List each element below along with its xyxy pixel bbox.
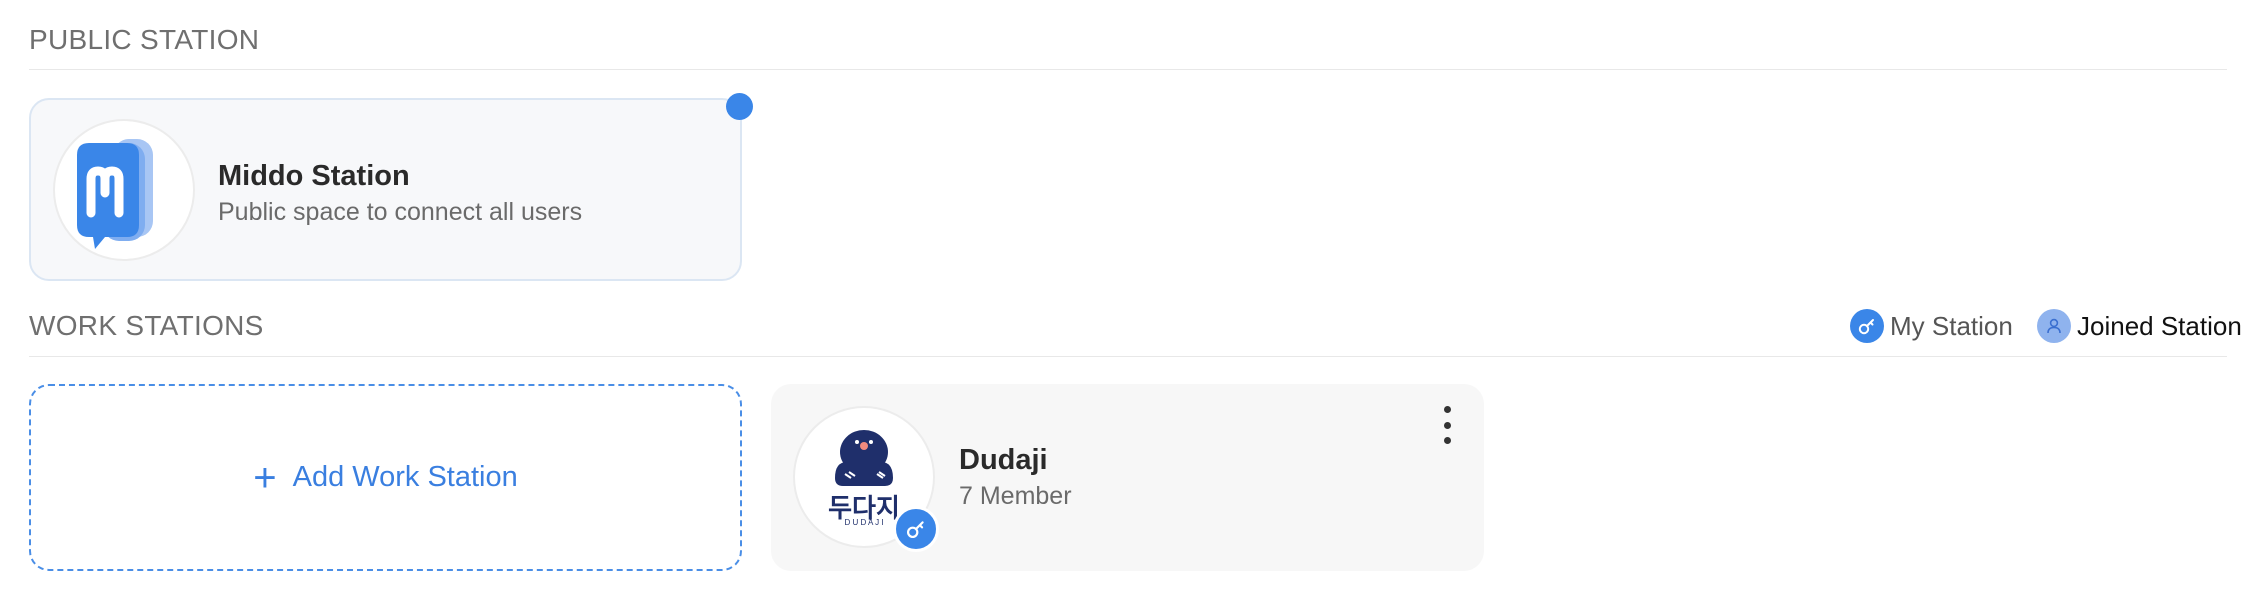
legend-joined-station: Joined Station	[2037, 309, 2242, 343]
notification-dot	[726, 93, 753, 120]
work-section-divider	[29, 356, 2227, 357]
key-icon	[1850, 309, 1884, 343]
public-station-description: Public space to connect all users	[218, 198, 583, 226]
legend-joined-station-label: Joined Station	[2077, 310, 2242, 341]
legend-my-station: My Station	[1850, 309, 2013, 343]
public-station-heading: PUBLIC STATION	[29, 24, 260, 55]
more-options-icon[interactable]	[1435, 406, 1459, 444]
plus-icon: +	[253, 455, 277, 500]
dudaji-station-card[interactable]: 두다지 D U D A J I Dudaji 7 Member	[771, 384, 1484, 571]
public-section-divider	[29, 69, 2227, 70]
my-station-key-badge	[893, 506, 939, 552]
add-work-station-label: Add Work Station	[292, 461, 518, 493]
work-station-name: Dudaji	[959, 444, 1048, 476]
legend-my-station-label: My Station	[1890, 310, 2013, 341]
middo-station-card[interactable]: Middo Station Public space to connect al…	[29, 98, 742, 281]
work-stations-heading: WORK STATIONS	[29, 310, 264, 341]
middo-logo-icon	[53, 119, 195, 261]
public-station-name: Middo Station	[218, 160, 410, 192]
add-work-station-button[interactable]: + Add Work Station	[29, 384, 742, 571]
work-station-member-count: 7 Member	[959, 482, 1072, 510]
user-icon	[2037, 309, 2071, 343]
